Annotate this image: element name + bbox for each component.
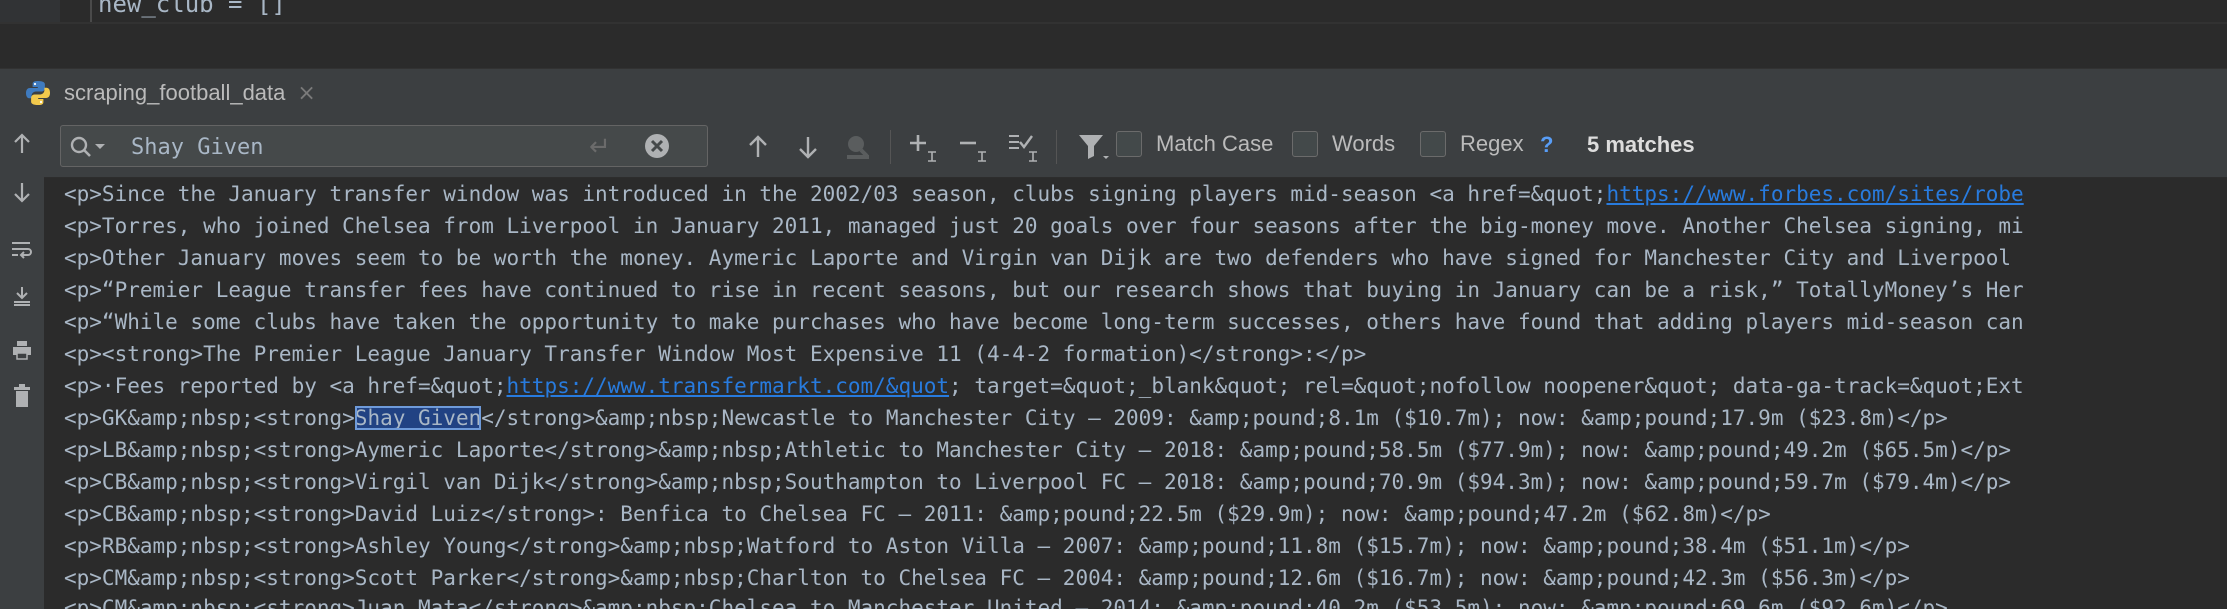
code-link[interactable]: https://www.transfermarkt.com/&quot xyxy=(507,374,950,398)
search-input[interactable] xyxy=(129,130,603,164)
code-text: <p>·Fees reported by <a href=&quot; xyxy=(64,374,507,398)
code-text: <p>Torres, who joined Chelsea from Liver… xyxy=(64,214,2024,238)
code-line: <p>LB&amp;nbsp;<strong>Aymeric Laporte</… xyxy=(64,434,2011,466)
top-editor-pane: new_club = [] xyxy=(0,0,2227,24)
search-match-highlight: Shay Given xyxy=(354,406,482,430)
match-case-label: Match Case xyxy=(1156,131,1274,156)
code-line: <p>Since the January transfer window was… xyxy=(64,178,2024,210)
arrow-up-icon[interactable] xyxy=(0,126,44,162)
code-text: <p>LB&amp;nbsp;<strong>Aymeric Laporte</… xyxy=(64,438,2012,462)
code-line: <p>CM&amp;nbsp;<strong>Scott Parker</str… xyxy=(64,562,1910,594)
close-icon[interactable]: × xyxy=(297,81,315,106)
find-toolbar: ↵ Match Case Words Regex ? 5 matches xyxy=(44,116,2227,178)
find-all-icon[interactable] xyxy=(840,128,876,166)
code-line: <p>·Fees reported by <a href=&quot;https… xyxy=(64,370,2024,402)
code-text: ; target=&quot;_blank&quot; rel=&quot;no… xyxy=(949,374,2024,398)
code-line: <p>RB&amp;nbsp;<strong>Ashley Young</str… xyxy=(64,530,1910,562)
code-line: <p><strong>The Premier League January Tr… xyxy=(64,338,1366,370)
toolbar-separator xyxy=(890,130,891,164)
code-line: <p>CB&amp;nbsp;<strong>Virgil van Dijk</… xyxy=(64,466,2011,498)
match-case-checkbox[interactable] xyxy=(1116,131,1142,157)
code-line: <p>CM&amp;nbsp;<strong>Juan Mata</strong… xyxy=(64,592,1948,609)
print-icon[interactable] xyxy=(0,332,44,368)
code-text: <p>RB&amp;nbsp;<strong>Ashley Young</str… xyxy=(64,534,1910,558)
soft-wrap-icon[interactable] xyxy=(0,232,44,268)
code-text: <p>“While some clubs have taken the oppo… xyxy=(64,310,2024,334)
code-text: <p>Other January moves seem to be worth … xyxy=(64,246,2012,270)
code-text: <p>CM&amp;nbsp;<strong>Juan Mata</strong… xyxy=(64,596,1948,609)
code-line: <p>“Premier League transfer fees have co… xyxy=(64,274,2024,306)
code-text: <p>GK&amp;nbsp;<strong> xyxy=(64,406,355,430)
clear-search-icon[interactable] xyxy=(643,132,671,160)
code-text: <p><strong>The Premier League January Tr… xyxy=(64,342,1367,366)
add-occurrence-icon[interactable] xyxy=(906,128,942,166)
top-editor-code: new_club = [] xyxy=(98,0,286,18)
words-label: Words xyxy=(1332,131,1396,156)
regex-help-icon[interactable]: ? xyxy=(1540,132,1553,158)
empty-area xyxy=(0,24,2227,68)
tab-scraping-football-data[interactable]: scraping_football_data × xyxy=(0,69,340,117)
regex-checkbox[interactable] xyxy=(1420,131,1446,157)
tab-label: scraping_football_data xyxy=(64,80,286,105)
trash-icon[interactable] xyxy=(0,378,44,414)
match-case-option[interactable]: Match Case xyxy=(1116,131,1273,157)
code-text: </strong>&amp;nbsp;Newcastle to Manchest… xyxy=(481,406,1948,430)
left-tool-strip xyxy=(0,116,44,609)
words-checkbox[interactable] xyxy=(1292,131,1318,157)
code-text: <p>CB&amp;nbsp;<strong>David Luiz</stron… xyxy=(64,502,1771,526)
match-count: 5 matches xyxy=(1587,132,1695,157)
select-all-occurrences-icon[interactable] xyxy=(1006,128,1042,166)
regex-label: Regex xyxy=(1460,131,1524,156)
code-line: <p>GK&amp;nbsp;<strong>Shay Given</stron… xyxy=(64,402,1948,434)
indent-guide xyxy=(90,0,92,24)
words-option[interactable]: Words xyxy=(1292,131,1395,157)
code-line: <p>Other January moves seem to be worth … xyxy=(64,242,2011,274)
code-text: <p>CM&amp;nbsp;<strong>Scott Parker</str… xyxy=(64,566,1910,590)
code-link[interactable]: https://www.forbes.com/sites/robe xyxy=(1606,182,2023,206)
filter-icon[interactable] xyxy=(1076,128,1112,166)
toolbar-separator xyxy=(1056,130,1057,164)
search-field-container: ↵ xyxy=(60,125,708,167)
code-text: <p>CB&amp;nbsp;<strong>Virgil van Dijk</… xyxy=(64,470,2012,494)
tab-bar: scraping_football_data × xyxy=(0,68,2227,117)
search-icon[interactable] xyxy=(69,135,109,159)
code-text: <p>“Premier League transfer fees have co… xyxy=(64,278,2024,302)
remove-occurrence-icon[interactable] xyxy=(956,128,992,166)
regex-option[interactable]: Regex xyxy=(1420,131,1524,157)
code-line: <p>Torres, who joined Chelsea from Liver… xyxy=(64,210,2024,242)
code-text: <p>Since the January transfer window was… xyxy=(64,182,1607,206)
previous-occurrence-icon[interactable] xyxy=(740,128,776,166)
console-output[interactable]: <p>Since the January transfer window was… xyxy=(44,178,2227,609)
code-line: <p>“While some clubs have taken the oppo… xyxy=(64,306,2024,338)
scroll-to-end-icon[interactable] xyxy=(0,278,44,314)
enter-icon: ↵ xyxy=(589,132,611,162)
editor-gutter xyxy=(0,0,60,24)
python-icon xyxy=(26,81,50,105)
code-line: <p>CB&amp;nbsp;<strong>David Luiz</stron… xyxy=(64,498,1771,530)
next-occurrence-icon[interactable] xyxy=(790,128,826,166)
arrow-down-icon[interactable] xyxy=(0,174,44,210)
